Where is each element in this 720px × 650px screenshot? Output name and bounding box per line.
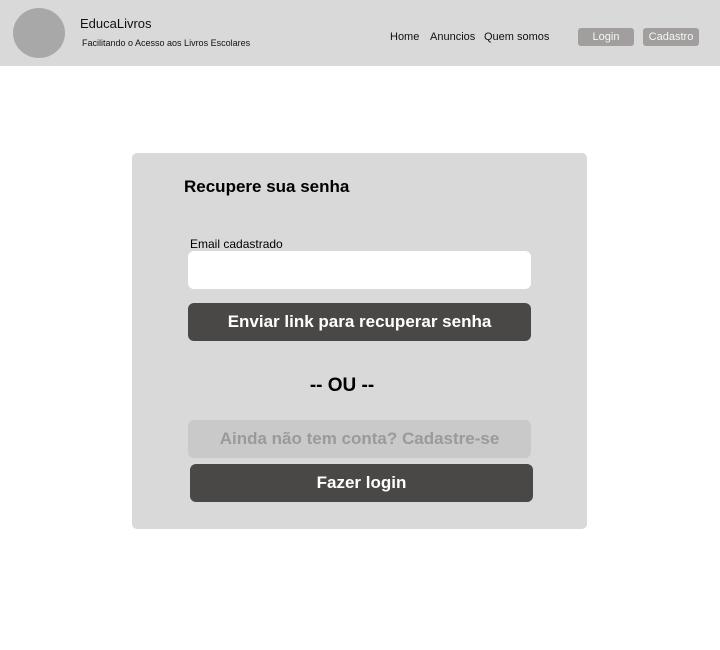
logo-placeholder[interactable]: [13, 8, 65, 58]
brand-name[interactable]: EducaLivros: [80, 16, 152, 31]
card-title: Recupere sua senha: [184, 177, 350, 196]
header-cadastro-button[interactable]: Cadastro: [643, 28, 699, 46]
password-recovery-card: Recupere sua senha Email cadastrado Envi…: [132, 153, 587, 529]
brand-tagline: Facilitando o Acesso aos Livros Escolare…: [82, 38, 251, 48]
nav-home[interactable]: Home: [390, 31, 419, 43]
login-button[interactable]: Fazer login: [190, 464, 533, 502]
email-input[interactable]: [188, 251, 531, 289]
header-login-button[interactable]: Login: [578, 28, 634, 46]
signup-button[interactable]: Ainda não tem conta? Cadastre-se: [188, 420, 531, 458]
nav-quem-somos[interactable]: Quem somos: [484, 31, 549, 43]
nav-anuncios[interactable]: Anuncios: [430, 31, 475, 43]
or-divider: -- OU --: [309, 375, 375, 396]
email-label: Email cadastrado: [190, 237, 283, 251]
header: EducaLivros Facilitando o Acesso aos Liv…: [0, 0, 720, 66]
send-recovery-link-button[interactable]: Enviar link para recuperar senha: [188, 303, 531, 341]
